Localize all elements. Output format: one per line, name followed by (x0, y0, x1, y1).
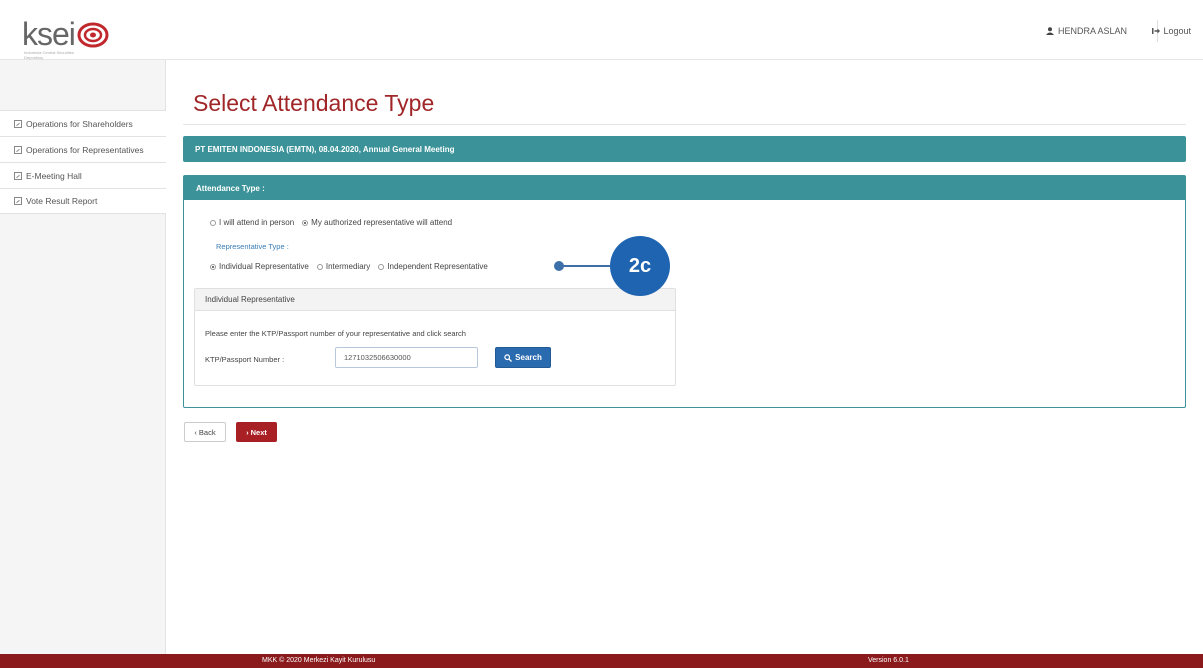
ksei-logo[interactable]: ksei (22, 16, 109, 53)
individual-panel-title: Individual Representative (205, 295, 295, 304)
radio-label: Intermediary (325, 262, 371, 271)
attendance-panel-title: Attendance Type : (196, 183, 265, 193)
chevron-right-icon: › (246, 427, 249, 437)
individual-panel-header: Individual Representative (195, 289, 675, 311)
logo-mark-icon (77, 22, 109, 47)
sidebar-item-label: Operations for Representatives (26, 144, 144, 155)
callout-line (560, 265, 616, 267)
logo-subtitle: Indonesia Central Securities Depository (24, 50, 75, 60)
next-label: Next (250, 427, 267, 437)
user-name: HENDRA ASLAN (1057, 26, 1127, 36)
representative-type-label: Representative Type : (216, 242, 289, 251)
back-button[interactable]: ‹ Back (184, 422, 226, 442)
meeting-info-text: PT EMITEN INDONESIA (EMTN), 08.04.2020, … (195, 144, 455, 154)
footer: MKK © 2020 Merkezi Kayit Kurulusu Versio… (0, 654, 1203, 668)
title-divider (183, 124, 1186, 125)
search-icon (504, 353, 513, 362)
logout-button[interactable]: Logout (1152, 26, 1191, 36)
radio-indicator[interactable] (378, 263, 385, 270)
user-menu[interactable]: HENDRA ASLAN (1045, 26, 1127, 36)
search-instruction: Please enter the KTP/Passport number of … (205, 329, 466, 338)
sidebar-item-label: E-Meeting Hall (26, 170, 82, 181)
edit-icon (14, 119, 22, 128)
annotation-badge: 2c (610, 236, 670, 296)
radio-label: I will attend in person (219, 218, 295, 227)
sidebar-item-label: Vote Result Report (26, 196, 98, 206)
radio-intermediary[interactable]: Intermediary (316, 262, 371, 271)
logout-label: Logout (1163, 26, 1191, 36)
attendance-type-panel: Attendance Type : I will attend in perso… (183, 175, 1186, 408)
sidebar: Operations for Shareholders Operations f… (0, 60, 166, 654)
sidebar-item-label: Operations for Shareholders (26, 118, 133, 129)
user-icon (1045, 27, 1054, 35)
ktp-label: KTP/Passport Number : (205, 355, 285, 364)
individual-representative-panel: Individual Representative Please enter t… (194, 288, 676, 386)
chevron-left-icon: ‹ (194, 427, 197, 437)
edit-icon (14, 197, 22, 205)
attendance-options: I will attend in person My authorized re… (210, 218, 452, 227)
radio-authorized-representative[interactable]: My authorized representative will attend (302, 218, 452, 227)
radio-individual-representative[interactable]: Individual Representative (210, 262, 309, 271)
radio-indicator[interactable] (316, 263, 323, 270)
radio-independent-representative[interactable]: Independent Representative (378, 262, 488, 271)
sidebar-item-operations-shareholders[interactable]: Operations for Shareholders (0, 110, 166, 136)
edit-icon (14, 171, 22, 180)
radio-indicator[interactable] (210, 219, 216, 226)
top-header: ksei Indonesia Central Securities Deposi… (0, 0, 1203, 60)
sidebar-nav: Operations for Shareholders Operations f… (0, 110, 166, 214)
search-button[interactable]: Search (495, 347, 551, 368)
back-label: Back (198, 427, 216, 437)
logo-text: ksei (22, 16, 76, 52)
next-button[interactable]: › Next (236, 422, 277, 442)
sidebar-item-e-meeting-hall[interactable]: E-Meeting Hall (0, 162, 166, 188)
logout-icon (1152, 28, 1161, 34)
edit-icon (14, 145, 22, 154)
radio-label: Individual Representative (219, 262, 309, 271)
footer-copyright: MKK © 2020 Merkezi Kayit Kurulusu (262, 657, 376, 664)
representative-type-options: Individual Representative Intermediary I… (210, 262, 488, 271)
radio-label: Independent Representative (387, 262, 488, 271)
radio-label: My authorized representative will attend (311, 218, 453, 227)
radio-attend-in-person[interactable]: I will attend in person (210, 218, 294, 227)
sidebar-item-operations-representatives[interactable]: Operations for Representatives (0, 136, 166, 162)
attendance-panel-header: Attendance Type : (184, 176, 1185, 200)
footer-version: Version 6.0.1 (868, 657, 909, 664)
sidebar-item-vote-result-report[interactable]: Vote Result Report (0, 188, 166, 214)
ktp-passport-input[interactable] (335, 347, 478, 368)
meeting-info-bar: PT EMITEN INDONESIA (EMTN), 08.04.2020, … (183, 136, 1186, 162)
radio-indicator-selected[interactable] (302, 219, 309, 226)
page-title: Select Attendance Type (193, 90, 435, 116)
radio-indicator-selected[interactable] (210, 263, 216, 270)
search-label: Search (515, 353, 542, 362)
annotation-label: 2c (628, 254, 652, 277)
